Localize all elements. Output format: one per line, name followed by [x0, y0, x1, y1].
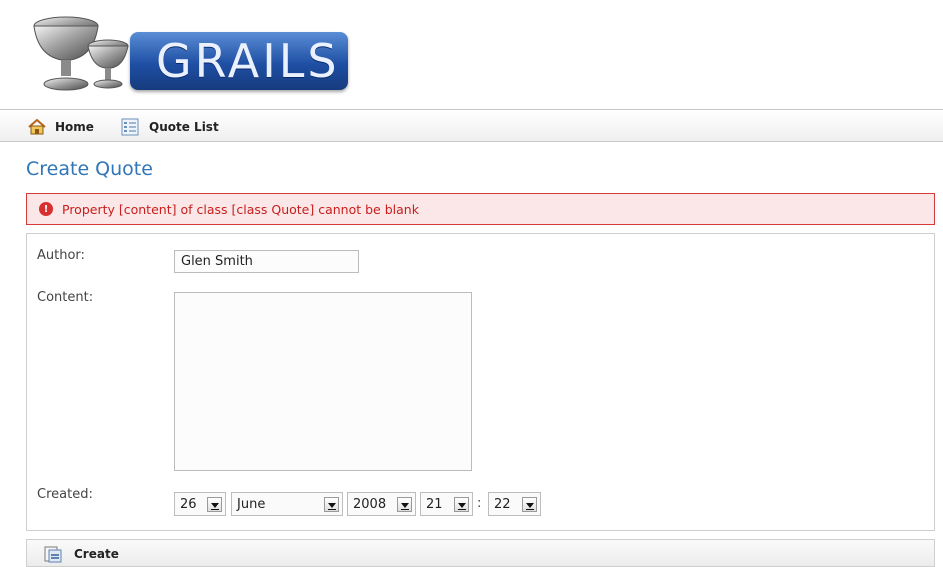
created-label: Created: — [37, 487, 93, 502]
created-minute-select[interactable]: 22 — [488, 492, 541, 516]
create-quote-form: Author: Content: Created: 26 June 2008 2… — [26, 233, 935, 531]
list-icon — [121, 118, 139, 136]
created-month-value: June — [237, 496, 266, 512]
content-field[interactable] — [174, 292, 472, 471]
error-message-text: Property [content] of class [class Quote… — [62, 201, 419, 217]
nav-quote-list-label: Quote List — [149, 120, 219, 134]
author-label: Author: — [37, 248, 85, 263]
create-icon — [44, 546, 62, 563]
chevron-down-icon — [454, 497, 469, 512]
created-minute-value: 22 — [494, 496, 511, 512]
page-title: Create Quote — [26, 158, 153, 180]
grails-logo: GRAILS — [26, 4, 348, 94]
grails-wordmark: GRAILS — [130, 32, 348, 90]
time-separator: : — [477, 496, 482, 511]
created-hour-value: 21 — [426, 496, 443, 512]
nav-bar: Home Quote List — [0, 109, 943, 142]
create-button-label: Create — [74, 547, 119, 561]
content-label: Content: — [37, 290, 94, 305]
chevron-down-icon — [324, 497, 339, 512]
created-year-select[interactable]: 2008 — [347, 492, 416, 516]
created-hour-select[interactable]: 21 — [420, 492, 473, 516]
chevron-down-icon — [207, 497, 222, 512]
create-button[interactable]: Create — [38, 544, 125, 564]
nav-home-link[interactable]: Home — [27, 118, 94, 136]
created-day-select[interactable]: 26 — [174, 492, 226, 516]
error-icon: ! — [39, 202, 53, 216]
created-month-select[interactable]: June — [231, 492, 343, 516]
button-bar: Create — [26, 539, 935, 567]
nav-home-label: Home — [55, 120, 94, 134]
created-day-value: 26 — [180, 496, 197, 512]
error-message-box: ! Property [content] of class [class Quo… — [26, 193, 935, 225]
grail-cup-icon — [33, 16, 129, 91]
home-icon — [28, 119, 46, 135]
chevron-down-icon — [397, 497, 412, 512]
created-year-value: 2008 — [353, 496, 387, 512]
author-field[interactable] — [174, 250, 359, 273]
chevron-down-icon — [522, 497, 537, 512]
nav-quote-list-link[interactable]: Quote List — [121, 118, 219, 136]
